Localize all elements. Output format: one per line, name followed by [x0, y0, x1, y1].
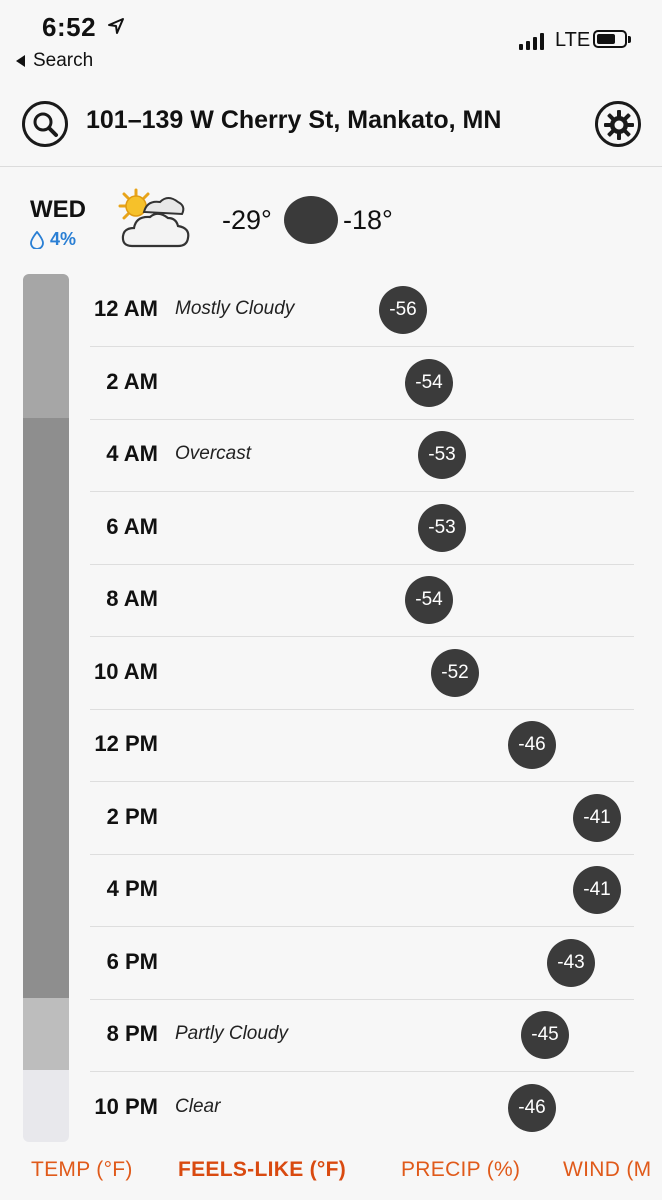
partly-cloudy-icon [118, 188, 190, 248]
temp-range-marker [284, 196, 338, 244]
hour-time: 4 PM [106, 876, 158, 901]
hour-row[interactable]: 4 PM -41 [0, 854, 662, 927]
hour-row[interactable]: 12 AM Mostly Cloudy -56 [0, 274, 662, 347]
tab-feels-like[interactable]: FEELS-LIKE (°F) [178, 1158, 346, 1182]
hour-time: 4 AM [106, 441, 158, 466]
raindrop-icon [30, 230, 44, 249]
location-address[interactable]: 101–139 W Cherry St, Mankato, MN [86, 106, 501, 135]
back-arrow-icon [16, 55, 25, 67]
hour-time: 2 AM [106, 368, 158, 394]
feels-like-bubble: -53 [418, 431, 466, 479]
status-bar: 6:52 Search LTE [0, 0, 662, 80]
precip-value: 4% [50, 229, 77, 249]
location-header: 101–139 W Cherry St, Mankato, MN [0, 82, 662, 167]
feels-like-bubble: -54 [405, 576, 453, 624]
hour-time: 12 PM [94, 731, 158, 756]
hour-row[interactable]: 8 PM Partly Cloudy -45 [0, 999, 662, 1072]
feels-like-bubble: -46 [508, 1083, 556, 1132]
high-temp: -18° [343, 205, 393, 235]
hour-condition: Mostly Cloudy [175, 298, 295, 319]
hour-time: 6 AM [106, 513, 158, 539]
hour-condition: Clear [175, 1095, 221, 1117]
hour-row[interactable]: 8 AM -54 [0, 564, 662, 637]
feels-like-bubble: -53 [418, 503, 466, 552]
metric-tabs: TEMP (°F) FEELS-LIKE (°F) PRECIP (%) WIN… [0, 1148, 662, 1200]
clock: 6:52 [42, 12, 97, 42]
hour-row[interactable]: 6 AM -53 [0, 492, 662, 565]
hour-time: 8 PM [106, 1021, 158, 1046]
gear-icon [604, 110, 634, 140]
hour-row[interactable]: 12 PM -46 [0, 709, 662, 782]
feels-like-bubble: -43 [547, 938, 595, 987]
hour-time: 12 AM [94, 296, 158, 321]
hour-row[interactable]: 2 PM -41 [0, 782, 662, 855]
hour-row[interactable]: 6 PM -43 [0, 927, 662, 1000]
location-arrow-icon [108, 18, 124, 34]
hour-time: 10 AM [94, 658, 158, 684]
feels-like-bubble: -41 [573, 793, 621, 842]
tab-wind[interactable]: WIND (M [563, 1158, 651, 1182]
tab-temp[interactable]: TEMP (°F) [31, 1158, 133, 1182]
hour-row[interactable]: 10 PM Clear -46 [0, 1072, 662, 1144]
hour-row[interactable]: 4 AM Overcast -53 [0, 419, 662, 492]
feels-like-bubble: -41 [573, 866, 621, 914]
hour-time: 2 PM [106, 803, 158, 829]
back-to-search[interactable]: Search [16, 50, 93, 72]
settings-button[interactable] [595, 101, 641, 147]
feels-like-bubble: -54 [405, 358, 453, 407]
tab-precip[interactable]: PRECIP (%) [401, 1158, 520, 1182]
day-label: WED [30, 196, 86, 223]
feels-like-bubble: -52 [431, 648, 479, 697]
feels-like-bubble: -56 [379, 286, 427, 334]
hour-condition: Partly Cloudy [175, 1023, 288, 1044]
hour-time: 6 PM [106, 948, 158, 974]
signal-icon [519, 32, 544, 50]
hour-row[interactable]: 10 AM -52 [0, 637, 662, 710]
low-temp: -29° [222, 205, 272, 235]
hour-time: 8 AM [106, 586, 158, 611]
hour-condition: Overcast [175, 443, 252, 464]
search-button[interactable] [22, 101, 68, 147]
battery-icon [593, 30, 631, 48]
back-label: Search [33, 50, 94, 71]
hour-time: 10 PM [94, 1093, 158, 1119]
feels-like-bubble: -45 [521, 1011, 569, 1059]
network-label: LTE [555, 29, 591, 51]
hour-row[interactable]: 2 AM -54 [0, 347, 662, 420]
feels-like-bubble: -46 [508, 721, 556, 769]
precip-chance: 4% [30, 229, 76, 250]
search-icon [33, 112, 58, 137]
